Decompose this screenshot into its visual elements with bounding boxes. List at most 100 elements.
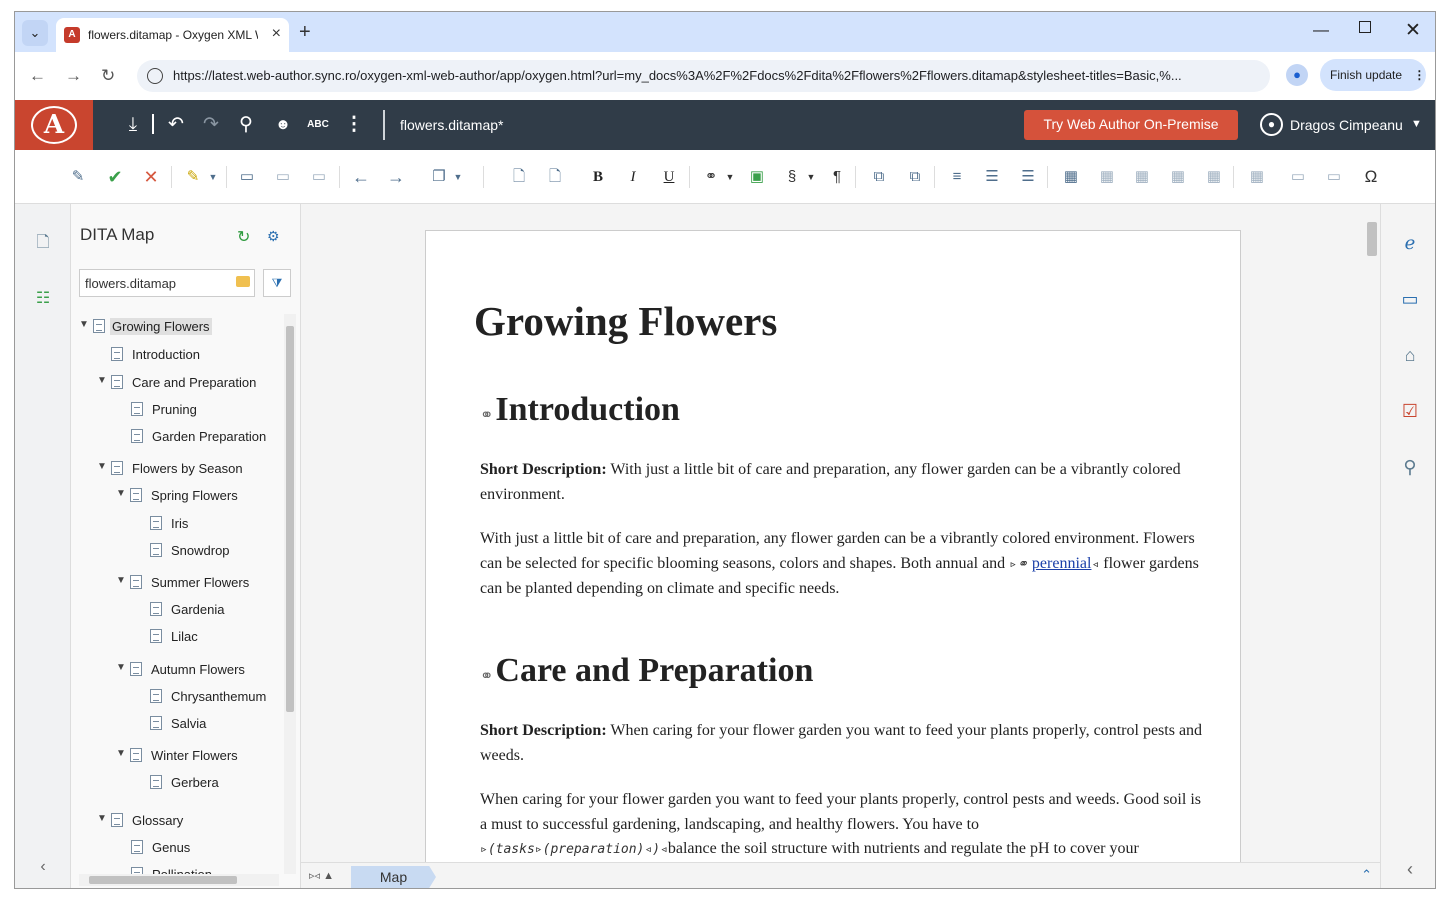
profile-icon[interactable]: ●	[1286, 64, 1308, 86]
table-icon[interactable]: ▦	[1058, 164, 1084, 190]
reload-button[interactable]: ↻	[101, 66, 115, 86]
section-dropdown-icon[interactable]: ▼	[798, 164, 824, 190]
logo[interactable]: A	[15, 100, 93, 150]
undo-icon[interactable]: ↶	[164, 113, 188, 137]
redo-icon[interactable]: ↷	[199, 113, 223, 137]
spellcheck-icon[interactable]: ABC	[306, 113, 330, 137]
insert-list-item-icon[interactable]: ≡	[944, 164, 970, 190]
xref-link[interactable]: perennial	[1032, 555, 1092, 572]
scrollbar-thumb[interactable]	[286, 326, 294, 712]
arrow-right-icon[interactable]: →	[383, 164, 409, 190]
chevron-down-icon[interactable]: ▼	[116, 748, 128, 759]
map-file-field[interactable]: flowers.ditamap	[79, 269, 255, 297]
search-icon[interactable]: ⚲	[234, 113, 258, 137]
accept-change-icon[interactable]: ✔	[102, 164, 128, 190]
site-info-icon[interactable]	[147, 68, 163, 84]
collapse-right-panel-icon[interactable]: ‹	[1397, 856, 1423, 882]
link-icon[interactable]: ⚭	[480, 407, 493, 424]
paste-dropdown-icon[interactable]: ▼	[445, 164, 471, 190]
italic-icon[interactable]: I	[620, 164, 646, 190]
bold-icon[interactable]: B	[585, 164, 611, 190]
section-heading-care-and-preparation[interactable]: ⚭Care and Preparation	[480, 652, 813, 690]
insert-row-below-icon[interactable]: ▦	[1129, 164, 1155, 190]
forward-button[interactable]: →	[65, 66, 82, 86]
tree-vertical-scrollbar[interactable]	[284, 314, 296, 874]
new-tab-button[interactable]: +	[299, 21, 311, 44]
comments-icon[interactable]: ▭	[1397, 286, 1423, 312]
track-changes-icon[interactable]: ✎	[65, 164, 91, 190]
url-text[interactable]: https://latest.web-author.sync.ro/oxygen…	[173, 68, 1253, 83]
close-icon[interactable]: ×	[272, 25, 281, 43]
chevron-down-icon[interactable]: ▼	[97, 375, 109, 386]
body-paragraph[interactable]: With just a little bit of care and prepa…	[480, 527, 1212, 602]
paragraph-icon[interactable]: ¶	[824, 164, 850, 190]
review-icon[interactable]: ☻	[271, 113, 295, 137]
try-on-premise-button[interactable]: Try Web Author On-Premise	[1024, 110, 1238, 140]
find-replace-icon[interactable]: ⚲	[1397, 454, 1423, 480]
chevron-down-icon[interactable]: ▼	[116, 662, 128, 673]
arrow-left-icon[interactable]: ←	[348, 164, 374, 190]
refresh-icon[interactable]: ↻	[237, 227, 250, 247]
table-properties-icon[interactable]: ▦	[1244, 164, 1270, 190]
editor-vertical-scrollbar[interactable]	[1364, 204, 1380, 862]
body-paragraph[interactable]: When caring for your flower garden you w…	[480, 788, 1212, 862]
dita-map-view-icon[interactable]: ☷	[32, 288, 54, 310]
breadcrumb-map[interactable]: Map	[351, 866, 436, 888]
remove-comment-icon[interactable]: ▭	[306, 164, 332, 190]
chevron-down-icon[interactable]: ▼	[116, 575, 128, 586]
edit-comment-icon[interactable]: ▭	[270, 164, 296, 190]
more-actions-icon[interactable]: ⋮	[342, 113, 366, 137]
scrollbar-thumb[interactable]	[89, 876, 237, 884]
minimize-icon[interactable]: —	[1313, 22, 1329, 40]
tree-horizontal-scrollbar[interactable]	[79, 874, 279, 886]
document-page[interactable]: Growing Flowers ⚭Introduction Short Desc…	[425, 230, 1241, 862]
join-cells-icon[interactable]: ▭	[1285, 164, 1311, 190]
split-cell-icon[interactable]: ▭	[1321, 164, 1347, 190]
chevron-down-icon[interactable]: ▼	[97, 813, 109, 824]
maximize-icon[interactable]	[1359, 21, 1371, 33]
short-description[interactable]: Short Description: With just a little bi…	[480, 458, 1212, 507]
link-icon[interactable]: ⚭	[480, 668, 493, 685]
insert-topic-icon[interactable]: 🗋	[506, 164, 532, 190]
chevron-down-icon[interactable]: ▼	[1411, 118, 1422, 130]
tag-icon[interactable]: ⌂	[1397, 342, 1423, 368]
document-title-heading[interactable]: Growing Flowers	[474, 297, 777, 345]
user-name[interactable]: Dragos Cimpeanu	[1290, 117, 1403, 133]
special-characters-icon[interactable]: Ω	[1358, 164, 1384, 190]
outline-view-icon[interactable]: 🗋	[32, 232, 54, 254]
short-description[interactable]: Short Description: When caring for your …	[480, 719, 1212, 768]
expand-icon[interactable]: ⌃	[1361, 867, 1372, 883]
link-dropdown-icon[interactable]: ▼	[717, 164, 743, 190]
reject-change-icon[interactable]: ✕	[138, 164, 164, 190]
underline-icon[interactable]: U	[656, 164, 682, 190]
browser-tab[interactable]: A flowers.ditamap - Oxygen XML Web Autho…	[56, 18, 289, 52]
highlight-dropdown-icon[interactable]: ▼	[200, 164, 226, 190]
edit-attributes-icon[interactable]: ℯ	[1397, 230, 1423, 256]
ordered-list-icon[interactable]: ☰	[979, 164, 1005, 190]
image-icon[interactable]: ▣	[744, 164, 770, 190]
unordered-list-icon[interactable]: ☰	[1015, 164, 1041, 190]
chevron-down-icon[interactable]: ▼	[79, 319, 91, 330]
collapse-sidebar-icon[interactable]: ‹	[32, 856, 54, 878]
validation-icon[interactable]: ☑	[1397, 398, 1423, 424]
insert-row-above-icon[interactable]: ▦	[1094, 164, 1120, 190]
window-close-icon[interactable]: ✕	[1405, 19, 1421, 42]
section-heading-introduction[interactable]: ⚭Introduction	[480, 391, 680, 429]
insert-column-icon[interactable]: ▦	[1165, 164, 1191, 190]
folder-icon[interactable]	[236, 276, 250, 287]
conref-icon[interactable]: ⧉	[902, 164, 928, 190]
tab-search-button[interactable]: ⌄	[22, 20, 48, 46]
finish-update-button[interactable]: Finish update ⋮	[1320, 59, 1426, 91]
chevron-down-icon[interactable]: ▼	[116, 488, 128, 499]
back-button[interactable]: ←	[29, 66, 46, 86]
insert-element-icon[interactable]: ⧉	[866, 164, 892, 190]
chevron-down-icon[interactable]: ▼	[97, 461, 109, 472]
insert-topicref-icon[interactable]: 🗋	[542, 164, 568, 190]
scrollbar-thumb[interactable]	[1367, 222, 1377, 256]
filter-icon[interactable]: ⧩	[263, 269, 291, 297]
breadcrumb-toggle-icon[interactable]: ▹◃ ▲	[309, 869, 334, 882]
omnibox[interactable]: https://latest.web-author.sync.ro/oxygen…	[137, 60, 1270, 92]
delete-row-icon[interactable]: ▦	[1201, 164, 1227, 190]
gear-icon[interactable]: ⚙	[267, 228, 280, 245]
user-avatar-icon[interactable]: ●	[1260, 113, 1283, 136]
